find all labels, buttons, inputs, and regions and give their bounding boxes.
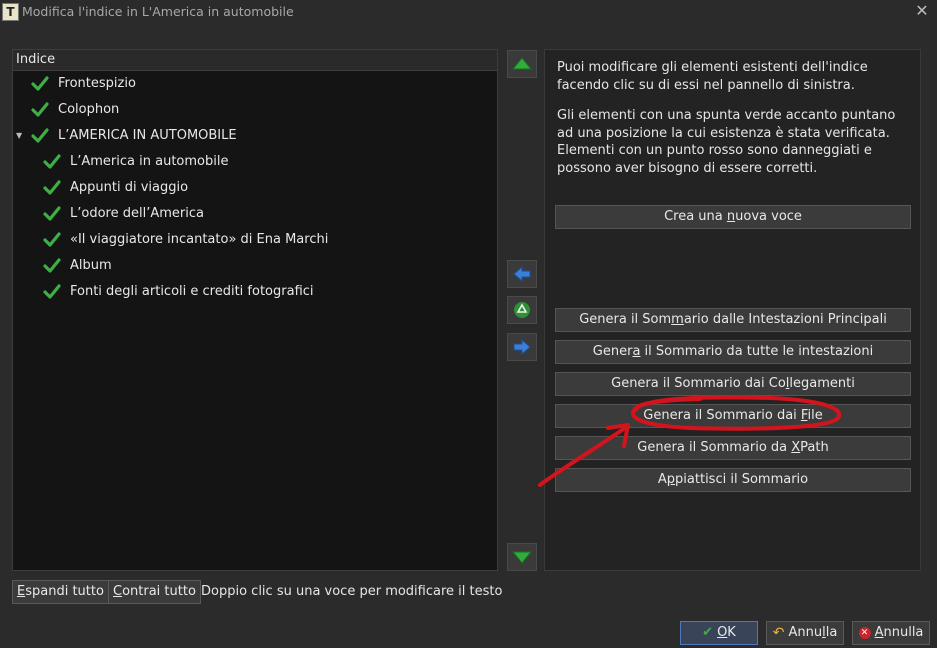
move-left-button[interactable] [507,260,537,288]
label-part: A [657,472,667,487]
cancel-button[interactable]: ✕ Annulla [852,621,930,645]
title-bar: T Modifica l'indice in L'America in auto… [0,0,937,24]
label-part: Genera il Sommario da [637,440,792,455]
arrow-down-icon [512,551,532,564]
check-icon [31,128,49,143]
label-part: piattisci il Sommario [675,472,809,487]
check-icon [31,102,49,117]
generate-from-files-button[interactable]: Genera il Sommario dai File [555,404,911,428]
actions-panel: Puoi modificare gli elementi esistenti d… [544,49,921,571]
tree-item[interactable]: ▼ L’AMERICA IN AUTOMOBILE [13,123,497,149]
arrow-right-icon [513,338,531,356]
description-text-1: Puoi modificare gli elementi esistenti d… [557,60,868,93]
generate-from-main-headings-button[interactable]: Genera il Sommario dalle Intestazioni Pr… [555,308,911,332]
app-icon: T [2,3,19,21]
mnemonic: n [726,209,736,224]
tree-item-label: Colophon [58,102,120,117]
label-part: Crea una [664,209,727,224]
tree-item[interactable]: Appunti di viaggio [13,175,497,201]
label-part: la [825,625,838,640]
recycle-icon [514,302,530,318]
check-icon: ✔ [702,625,714,640]
tree-item-label: Frontespizio [58,76,136,91]
ok-button[interactable]: ✔ OK [680,621,758,645]
collapse-all-button[interactable]: Contrai tutto [108,580,201,604]
label-part: Path [800,440,829,455]
label-part: legamenti [789,376,855,391]
tree-list: Frontespizio Colophon ▼ L’AMERICA IN AUTOMO… [13,71,497,305]
undo-button[interactable]: ↶ Annulla [766,621,844,645]
label-part: Annu [788,625,823,640]
tree-item[interactable]: Album [13,253,497,279]
mnemonic: C [113,584,123,599]
label-part: Genera il Sommario dai [643,408,801,423]
arrow-up-icon [512,57,532,70]
arrow-left-icon [513,265,531,283]
expand-all-button[interactable]: Espandi tutto [12,580,109,604]
tree-item-label: Album [70,258,112,273]
tree-item-label: L’America in automobile [70,154,229,169]
check-icon [43,232,61,247]
label-part: nnulla [883,625,924,640]
hint-text: Doppio clic su una voce per modificare i… [201,584,503,599]
check-icon [43,154,61,169]
tree-header: Indice [13,50,497,71]
generate-from-all-headings-button[interactable]: Genera il Sommario da tutte le intestazi… [555,340,911,364]
toc-tree[interactable]: Indice Frontespizio Colophon ▼ L’AMERICA IN… [12,49,498,571]
mnemonic: O [717,625,728,640]
label-part: Genera il Sommario dai Co [611,376,786,391]
delete-button[interactable] [507,296,537,324]
tree-item[interactable]: Frontespizio [13,71,497,97]
tree-item-label: «Il viaggiatore incantato» di Ena Marchi [70,232,329,247]
label-part: uova voce [735,209,802,224]
tree-item-label: L’odore dell’America [70,206,204,221]
close-icon[interactable]: ✕ [913,2,931,20]
tree-item-label: Fonti degli articoli e crediti fotografi… [70,284,314,299]
cancel-icon: ✕ [858,627,871,639]
undo-icon: ↶ [772,625,785,641]
move-up-button[interactable] [507,50,537,78]
label-part: Genera il Som [579,312,672,327]
label-part: ontrai tutto [122,584,196,599]
check-icon [43,206,61,221]
mnemonic: X [791,440,801,455]
tree-item-label: L’AMERICA IN AUTOMOBILE [58,128,237,143]
tree-item-label: Appunti di viaggio [70,180,189,195]
mnemonic: E [17,584,26,599]
tree-item[interactable]: L’America in automobile [13,149,497,175]
label-part: il Sommario da tutte le intestazioni [640,344,874,359]
tree-item[interactable]: Fonti degli articoli e crediti fotografi… [13,279,497,305]
label-part: ario dalle Intestazioni Principali [683,312,887,327]
move-down-button[interactable] [507,543,537,571]
move-right-button[interactable] [507,333,537,361]
generate-from-links-button[interactable]: Genera il Sommario dai Collegamenti [555,372,911,396]
description-text-2: Gli elementi con una spunta verde accant… [557,108,896,176]
expand-toggle-icon[interactable]: ▼ [16,123,22,149]
new-entry-button[interactable]: Crea una nuova voce [555,205,911,229]
tree-item[interactable]: «Il viaggiatore incantato» di Ena Marchi [13,227,497,253]
window-title: Modifica l'indice in L'America in automo… [22,4,294,19]
generate-from-xpath-button[interactable]: Genera il Sommario da XPath [555,436,911,460]
check-icon [43,180,61,195]
mnemonic: p [666,472,676,487]
label-part: K [727,625,736,640]
mnemonic: m [671,312,684,327]
check-icon [43,258,61,273]
check-icon [43,284,61,299]
label-part: spandi tutto [25,584,104,599]
check-icon [31,76,49,91]
flatten-toc-button[interactable]: Appiattisci il Sommario [555,468,911,492]
tree-item[interactable]: L’odore dell’America [13,201,497,227]
tree-item[interactable]: Colophon [13,97,497,123]
label-part: Gener [592,344,633,359]
label-part: ile [807,408,823,423]
